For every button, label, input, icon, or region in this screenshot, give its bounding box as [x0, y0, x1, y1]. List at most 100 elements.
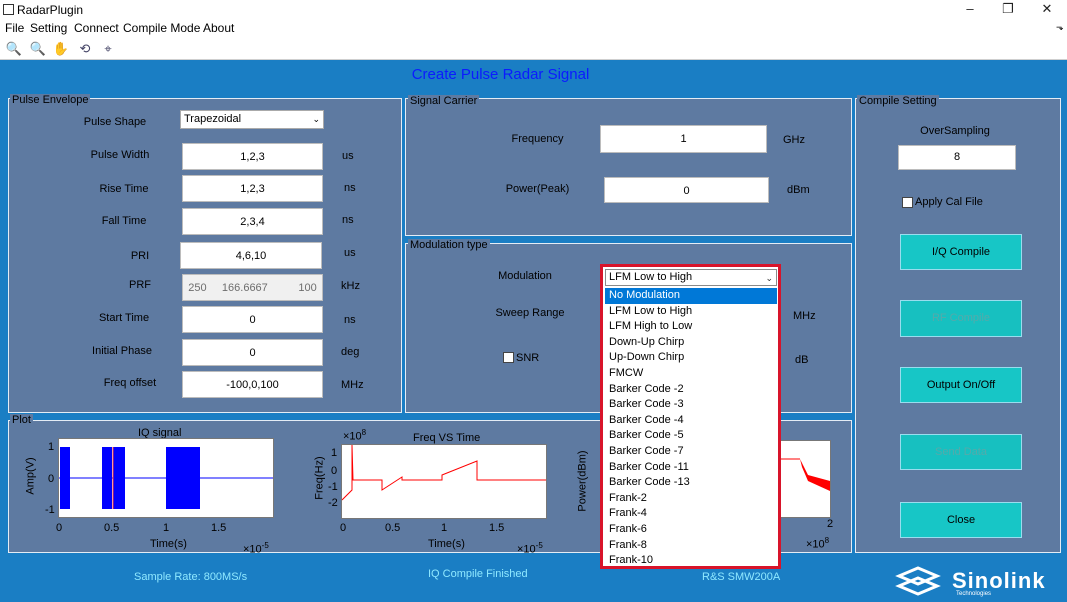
option-barker-11[interactable]: Barker Code -11	[605, 460, 777, 476]
window-title: RadarPlugin	[17, 3, 84, 17]
compile-setting-title: Compile Setting	[857, 95, 939, 107]
sample-rate-status: Sample Rate: 800MS/s	[134, 571, 248, 583]
snr-checkbox[interactable]	[503, 352, 514, 363]
option-frank-6[interactable]: Frank-6	[605, 522, 777, 538]
freq-offset-label: Freq offset	[103, 377, 157, 389]
title-bar: RadarPlugin – ❐ ✕	[0, 0, 1067, 20]
prf-field: 250 166.6667 100	[182, 274, 323, 301]
freq-xtick-15: 1.5	[489, 522, 505, 534]
start-time-field[interactable]: 0	[182, 306, 323, 333]
option-frank-8[interactable]: Frank-8	[605, 538, 777, 554]
option-frank-2[interactable]: Frank-2	[605, 491, 777, 507]
pulse-width-unit: us	[342, 150, 354, 162]
option-barker-2[interactable]: Barker Code -2	[605, 382, 777, 398]
freq-plot-axes[interactable]	[341, 444, 547, 519]
app-icon	[3, 4, 14, 15]
option-barker-7[interactable]: Barker Code -7	[605, 444, 777, 460]
prf-unit: kHz	[341, 280, 360, 292]
start-time-unit: ns	[344, 314, 356, 326]
frequency-unit: GHz	[783, 134, 805, 146]
freq-xtick-1: 1	[441, 522, 448, 534]
iq-xtick-05: 0.5	[104, 522, 120, 534]
power-peak-label: Power(Peak)	[505, 183, 570, 195]
start-time-label: Start Time	[98, 312, 150, 324]
menu-about[interactable]: About	[203, 21, 234, 35]
rise-time-field[interactable]: 1,2,3	[182, 175, 323, 202]
power-plot-axes[interactable]	[778, 440, 831, 518]
close-window-button[interactable]: ✕	[1027, 0, 1067, 20]
rise-time-label: Rise Time	[99, 183, 149, 195]
iq-xlabel: Time(s)	[150, 538, 187, 550]
option-barker-3[interactable]: Barker Code -3	[605, 397, 777, 413]
power-xtick: 2	[827, 518, 834, 530]
modulation-label: Modulation	[498, 270, 552, 282]
option-frank-10[interactable]: Frank-10	[605, 553, 777, 569]
menu-file[interactable]: File	[5, 21, 24, 35]
close-button[interactable]: Close	[900, 502, 1022, 538]
data-cursor-icon[interactable]: ⌖	[99, 40, 117, 58]
instrument-status: R&S SMW200A	[702, 571, 781, 583]
modulation-select[interactable]: LFM Low to High ⌄	[605, 269, 777, 286]
fall-time-field[interactable]: 2,3,4	[182, 208, 323, 235]
iq-xtick-15: 1.5	[211, 522, 227, 534]
apply-cal-label: Apply Cal File	[915, 196, 983, 208]
option-barker-13[interactable]: Barker Code -13	[605, 475, 777, 491]
apply-cal-checkbox[interactable]	[902, 197, 913, 208]
menu-overflow-icon[interactable]: ⬎	[1056, 22, 1064, 33]
power-peak-unit: dBm	[787, 184, 810, 196]
pan-hand-icon[interactable]: ✋	[52, 40, 70, 58]
pulse-shape-select[interactable]: Trapezoidal ⌄	[180, 110, 324, 129]
minimize-button[interactable]: –	[950, 0, 990, 20]
option-up-down-chirp[interactable]: Up-Down Chirp	[605, 350, 777, 366]
menu-setting[interactable]: Setting	[30, 21, 67, 35]
output-onoff-button[interactable]: Output On/Off	[900, 367, 1022, 403]
option-down-up-chirp[interactable]: Down-Up Chirp	[605, 335, 777, 351]
modulation-title: Modulation type	[408, 239, 490, 251]
freq-ytick-m2: -2	[328, 497, 338, 509]
logo-subtext: Technologies	[956, 591, 992, 597]
freq-xtick-0: 0	[340, 522, 347, 534]
power-ylabel: Power(dBm)	[576, 450, 589, 512]
rotate-icon[interactable]: ⟲	[76, 40, 94, 58]
pri-field[interactable]: 4,6,10	[180, 242, 322, 269]
option-fmcw[interactable]: FMCW	[605, 366, 777, 382]
pulse-width-field[interactable]: 1,2,3	[182, 143, 323, 170]
option-barker-4[interactable]: Barker Code -4	[605, 413, 777, 429]
chevron-down-icon: ⌄	[765, 273, 773, 283]
freq-ytick-0: 0	[331, 465, 338, 477]
option-lfm-low-to-high[interactable]: LFM Low to High	[605, 304, 777, 320]
menu-connect[interactable]: Connect	[74, 21, 119, 35]
toolbar	[0, 37, 1067, 60]
pulse-envelope-title: Pulse Envelope	[10, 94, 91, 106]
prf-label: PRF	[129, 279, 151, 291]
zoom-in-icon[interactable]: 🔍	[5, 40, 23, 58]
option-barker-5[interactable]: Barker Code -5	[605, 428, 777, 444]
freq-offset-field[interactable]: -100,0,100	[182, 371, 323, 398]
pri-unit: us	[344, 247, 356, 259]
power-graph	[778, 458, 830, 491]
option-frank-4[interactable]: Frank-4	[605, 506, 777, 522]
freq-ytick-m1: -1	[328, 481, 338, 493]
frequency-field[interactable]: 1	[600, 125, 767, 153]
signal-carrier-title: Signal Carrier	[408, 95, 480, 107]
zoom-out-icon[interactable]: 🔍	[29, 40, 47, 58]
menu-compile-mode[interactable]: Compile Mode	[123, 21, 200, 35]
iq-plot-axes[interactable]	[58, 438, 274, 518]
plot-title: Plot	[10, 414, 33, 426]
freq-yexp: ×108	[343, 428, 367, 443]
fall-time-unit: ns	[342, 214, 354, 226]
signal-carrier-panel	[405, 98, 852, 236]
modulation-dropdown[interactable]: LFM Low to High ⌄ No Modulation LFM Low t…	[600, 264, 781, 569]
initial-phase-label: Initial Phase	[92, 345, 152, 357]
sinolink-logo-icon	[895, 566, 941, 596]
maximize-button[interactable]: ❐	[988, 0, 1028, 20]
oversampling-field[interactable]: 8	[898, 145, 1016, 170]
send-data-button: Send Data	[900, 434, 1022, 470]
power-peak-field[interactable]: 0	[604, 177, 769, 203]
iq-compile-button[interactable]: I/Q Compile	[900, 234, 1022, 270]
initial-phase-field[interactable]: 0	[182, 339, 323, 366]
option-no-modulation[interactable]: No Modulation	[605, 288, 777, 304]
modulation-options-list: No Modulation LFM Low to High LFM High t…	[605, 288, 777, 569]
pulse-shape-label: Pulse Shape	[83, 116, 147, 128]
option-lfm-high-to-low[interactable]: LFM High to Low	[605, 319, 777, 335]
